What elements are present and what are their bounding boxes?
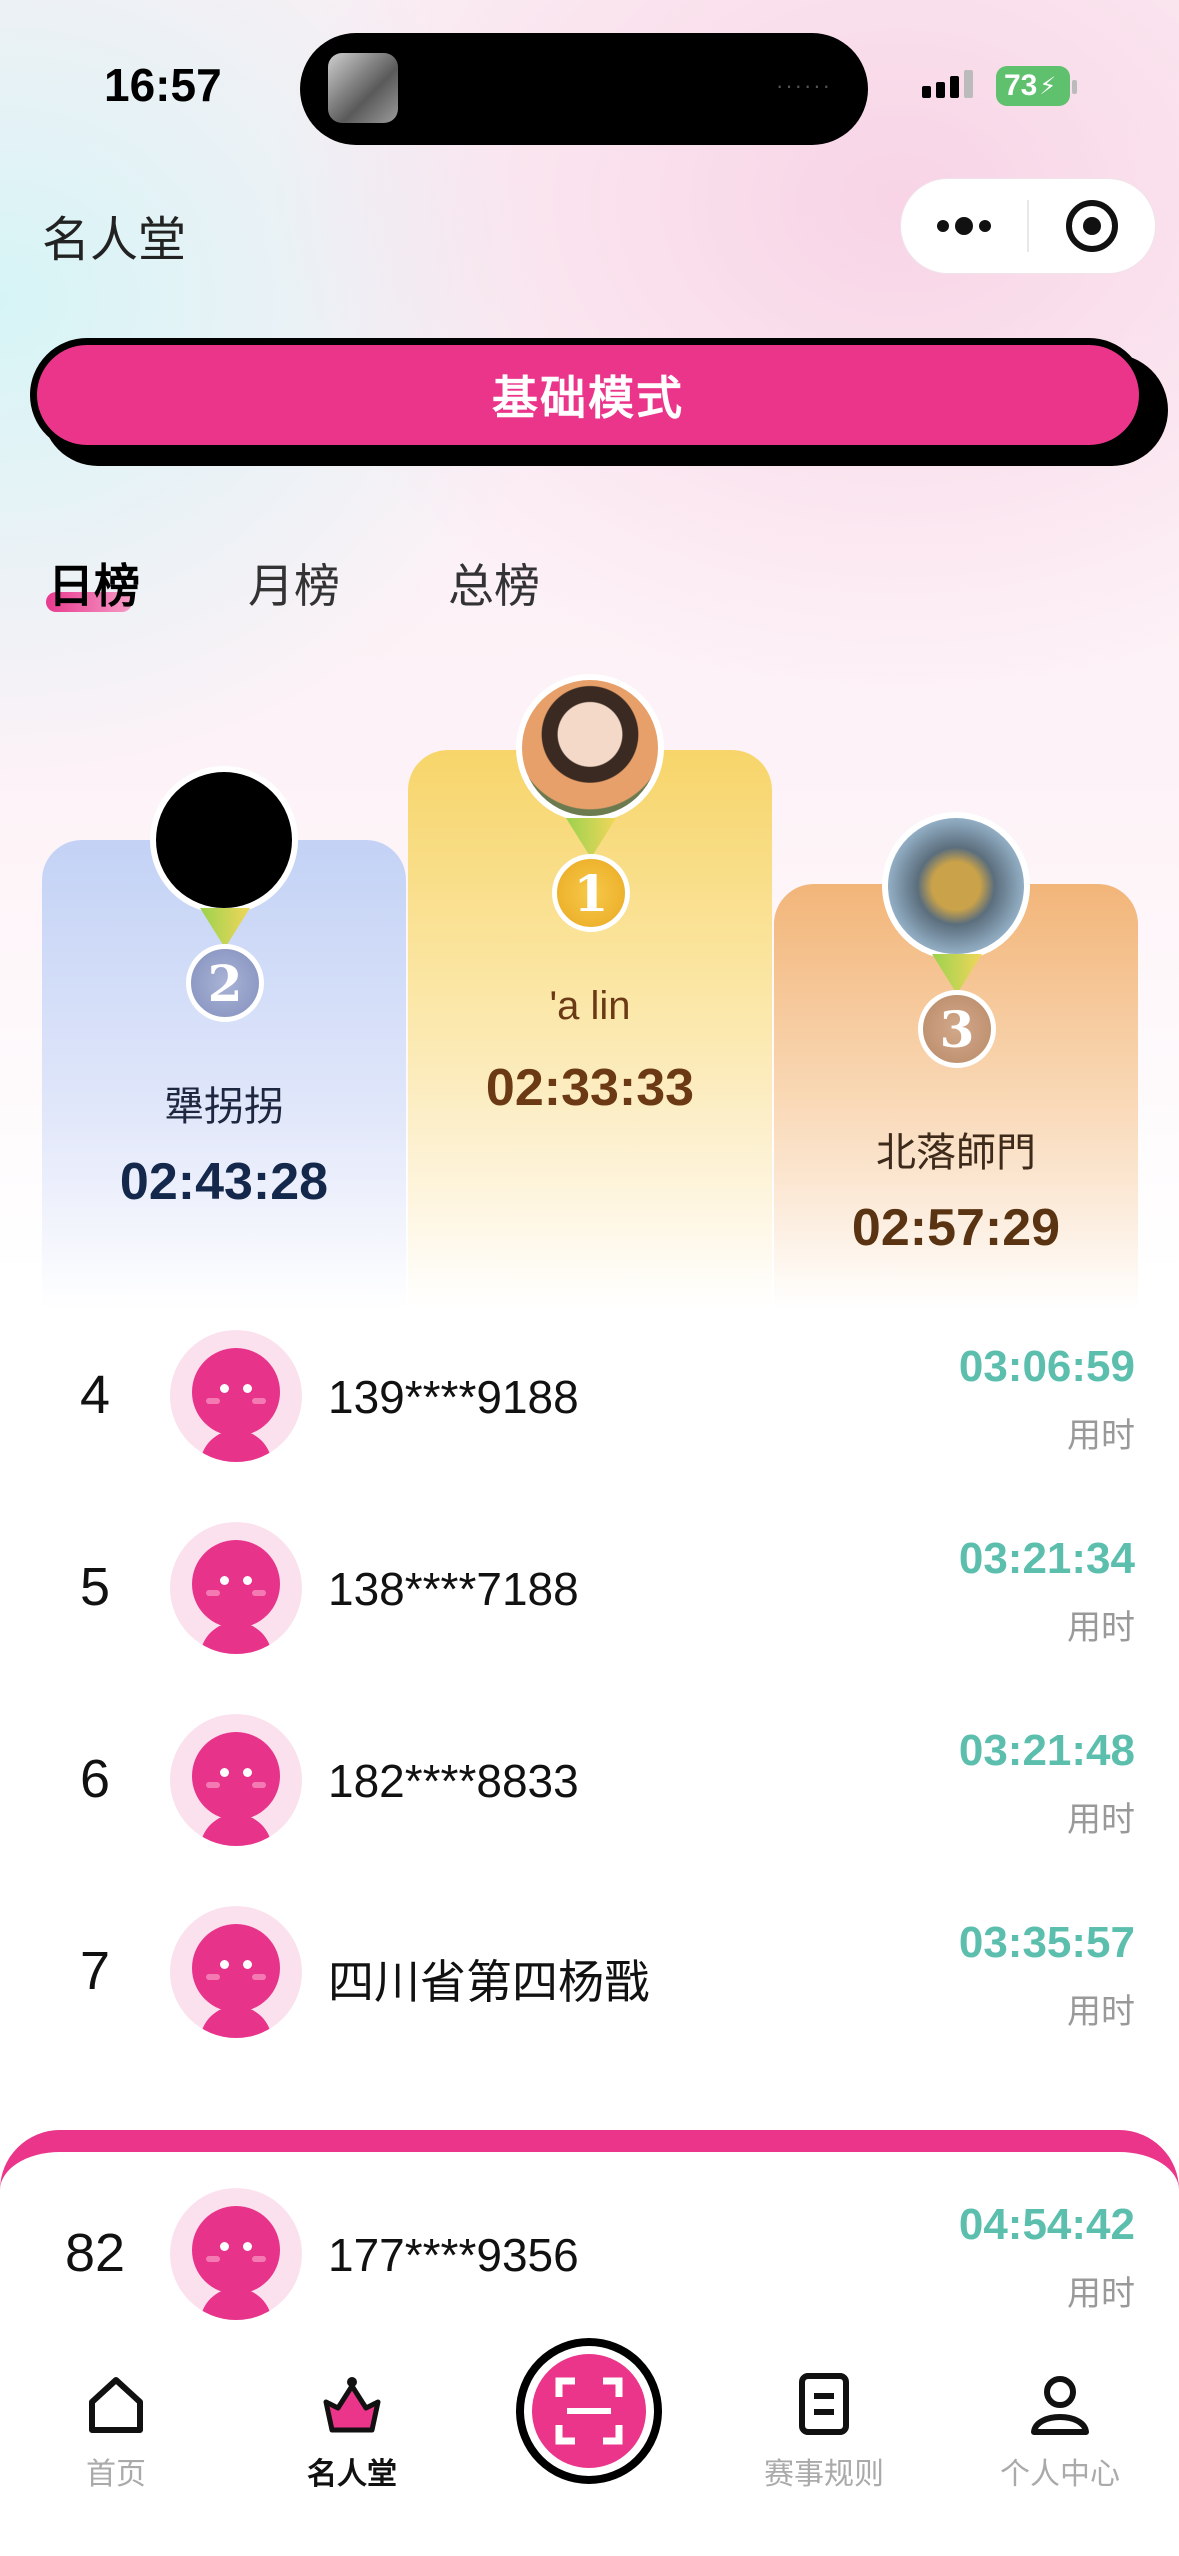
medal-gold-icon: 1	[552, 854, 630, 932]
user-name: 182****8833	[328, 1755, 579, 1807]
tab-home[interactable]: 首页	[26, 2372, 206, 2493]
status-time: 16:57	[104, 59, 222, 111]
island-avatar	[328, 53, 398, 123]
podium-second-name: 犟拐拐	[164, 1085, 284, 1129]
rank-number: 5	[79, 1557, 111, 1617]
user-name: 四川省第四杨戬	[328, 1956, 650, 2008]
tab-total[interactable]: 总榜	[448, 550, 540, 616]
time-label: 用时	[1067, 1417, 1135, 1455]
avatar	[170, 1906, 302, 2038]
battery-icon: 73 ⚡	[996, 66, 1070, 106]
island-dots: ······	[776, 73, 832, 98]
time-label: 用时	[1067, 1993, 1135, 2031]
avatar	[170, 1714, 302, 1846]
battery-cap	[1072, 80, 1077, 94]
mode-button[interactable]: 基础模式	[30, 338, 1146, 452]
avatar	[170, 2188, 302, 2320]
list-item[interactable]: 4 139****9188 03:06:59 用时	[0, 1300, 1179, 1492]
rank-number: 6	[79, 1749, 111, 1809]
list-item[interactable]: 5 138****7188 03:21:34 用时	[0, 1492, 1179, 1684]
user-time: 03:21:34	[958, 1534, 1135, 1583]
avatar	[170, 1522, 302, 1654]
podium-second-time: 02:43:28	[119, 1153, 329, 1211]
tab-hall-of-fame-label: 名人堂	[307, 2458, 397, 2491]
medal-silver-icon: 2	[186, 944, 264, 1022]
my-rank-number: 82	[64, 2223, 126, 2283]
more-icon[interactable]	[901, 217, 1027, 235]
signal-icon	[922, 70, 973, 98]
close-target-icon[interactable]	[1029, 200, 1155, 252]
scan-button[interactable]	[516, 2338, 662, 2484]
trophy-icon	[323, 2377, 381, 2433]
tab-monthly[interactable]: 月榜	[248, 550, 340, 616]
tab-rules-label: 赛事规则	[764, 2458, 884, 2491]
battery-level: 73	[1004, 69, 1038, 102]
tab-daily[interactable]: 日榜	[48, 550, 140, 616]
tab-hall-of-fame[interactable]: 名人堂	[262, 2372, 442, 2493]
list-item[interactable]: 6 182****8833 03:21:48 用时	[0, 1684, 1179, 1876]
avatar[interactable]	[516, 674, 664, 822]
my-user-name: 177****9356	[328, 2229, 579, 2281]
rank-number: 4	[79, 1365, 111, 1425]
podium-third-name: 北落師門	[876, 1131, 1036, 1175]
time-label: 用时	[1067, 2275, 1135, 2313]
tab-rules[interactable]: 赛事规则	[734, 2372, 914, 2493]
podium-third-time: 02:57:29	[851, 1199, 1061, 1257]
user-name: 139****9188	[328, 1371, 579, 1423]
rank-number: 7	[79, 1941, 111, 2001]
list-item[interactable]: 7 四川省第四杨戬 03:35:57 用时	[0, 1876, 1179, 2068]
medal-bronze-icon: 3	[918, 990, 996, 1068]
user-name: 138****7188	[328, 1563, 579, 1615]
tab-home-label: 首页	[86, 2458, 146, 2491]
avatar[interactable]	[882, 812, 1030, 960]
rules-icon	[799, 2373, 849, 2435]
tab-profile-label: 个人中心	[1000, 2458, 1120, 2491]
my-rank-row[interactable]: 82 177****9356 04:54:42 用时	[0, 2158, 1179, 2350]
user-time: 03:06:59	[958, 1342, 1135, 1391]
scan-icon	[555, 2377, 623, 2445]
mini-program-capsule	[900, 178, 1156, 274]
podium-first-name: 'a lin	[549, 984, 631, 1028]
user-time: 03:35:57	[958, 1918, 1135, 1967]
time-label: 用时	[1067, 1609, 1135, 1647]
avatar	[170, 1330, 302, 1462]
podium-first-time: 02:33:33	[485, 1059, 695, 1117]
avatar[interactable]	[150, 766, 298, 914]
person-icon	[1031, 2376, 1089, 2435]
user-time: 03:21:48	[958, 1726, 1135, 1775]
home-icon	[89, 2377, 143, 2433]
tab-profile[interactable]: 个人中心	[970, 2372, 1150, 2493]
my-user-time: 04:54:42	[958, 2200, 1135, 2249]
time-label: 用时	[1067, 1801, 1135, 1839]
dynamic-island: ······	[300, 33, 868, 145]
page-title: 名人堂	[42, 214, 187, 267]
